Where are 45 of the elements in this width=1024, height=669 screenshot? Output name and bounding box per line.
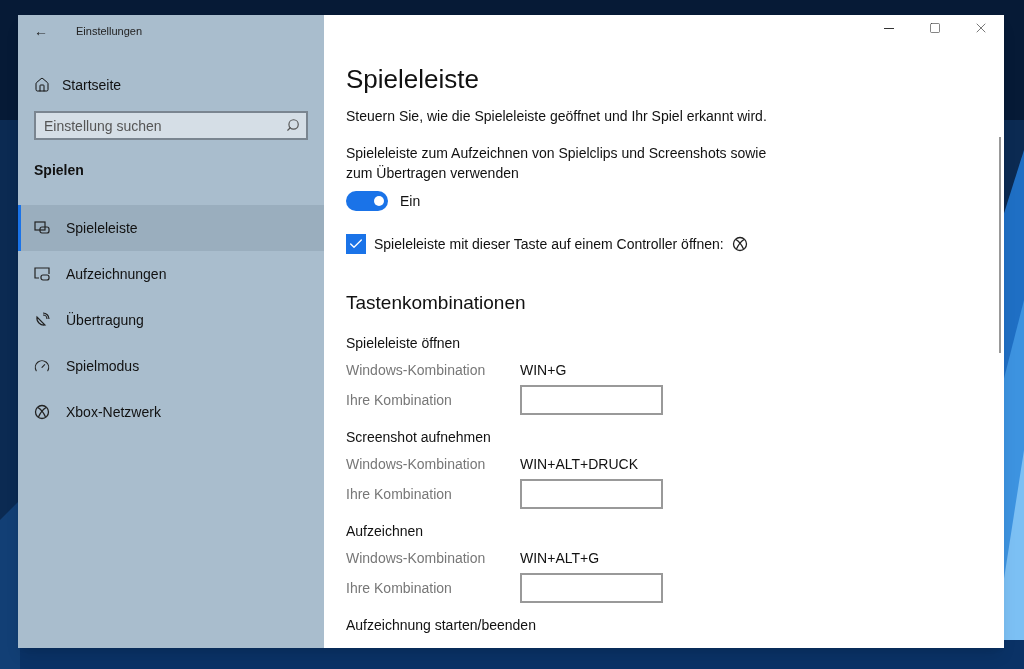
home-icon xyxy=(34,77,50,93)
xbox-icon xyxy=(34,404,50,420)
section-heading: Tastenkombinationen xyxy=(346,290,527,315)
toggle-label: Spieleleiste zum Aufzeichnen von Spielclips und Screenshots sowie zum Übertragen verwenden xyxy=(346,143,768,183)
home-link[interactable]: Startseite xyxy=(18,63,324,107)
toggle-switch[interactable] xyxy=(346,191,388,211)
monitor-gamepad-icon xyxy=(34,220,50,236)
minimize-icon xyxy=(884,27,894,29)
gauge-icon xyxy=(34,358,50,374)
nav-item[interactable]: Spieleleiste xyxy=(18,205,324,251)
scrollbar[interactable] xyxy=(999,137,1001,353)
shortcut-input[interactable] xyxy=(520,573,663,603)
shortcut-value: WIN+G xyxy=(520,361,567,380)
shortcut-label: Ihre Kombination xyxy=(346,390,453,410)
shortcut-label: Ihre Kombination xyxy=(346,484,453,504)
shortcut-label: Windows-Kombination xyxy=(346,549,487,568)
checkbox[interactable] xyxy=(346,234,366,254)
shortcut-title: Screenshot aufnehmen xyxy=(346,428,492,447)
page-description: Steuern Sie, wie die Spieleleiste geöffnet und Ihr Spiel erkannt wird. xyxy=(346,106,768,126)
nav-item[interactable]: Aufzeichnungen xyxy=(18,251,324,297)
back-button[interactable]: ← xyxy=(30,20,52,42)
shortcut-title: Aufzeichnung starten/beenden xyxy=(346,616,537,635)
shortcut-value: WIN+ALT+G xyxy=(520,549,600,568)
shortcut-input[interactable] xyxy=(520,479,663,509)
shortcut-value: WIN+ALT+DRUCK xyxy=(520,455,638,474)
nav-item[interactable]: Spielmodus xyxy=(18,343,324,389)
shortcut-label: Windows-Kombination xyxy=(346,361,487,380)
checkbox-label: Spieleleiste mit dieser Taste auf einem Controller öffnen: xyxy=(374,234,724,254)
page-title: Spieleleiste xyxy=(346,63,480,96)
nav-item[interactable]: Xbox-Netzwerk xyxy=(18,389,324,435)
shortcut-title: Spieleleiste öffnen xyxy=(346,334,462,353)
shortcut-input[interactable] xyxy=(520,385,663,415)
satellite-icon xyxy=(34,312,50,328)
window-title: Einstellungen xyxy=(76,23,143,39)
toggle-state: Ein xyxy=(400,191,421,211)
search-field[interactable]: Einstellung suchen xyxy=(34,111,308,140)
shortcut-label: Ihre Kombination xyxy=(346,578,453,598)
section-title: Spielen xyxy=(33,161,85,180)
maximize-icon xyxy=(929,22,941,34)
search-icon xyxy=(286,118,300,132)
shortcut-label: Windows-Kombination xyxy=(346,455,487,474)
nav-item[interactable]: Übertragung xyxy=(18,297,324,343)
monitor-gamepad-icon xyxy=(34,266,50,282)
shortcut-title: Aufzeichnen xyxy=(346,522,425,541)
xbox-icon xyxy=(731,236,748,252)
